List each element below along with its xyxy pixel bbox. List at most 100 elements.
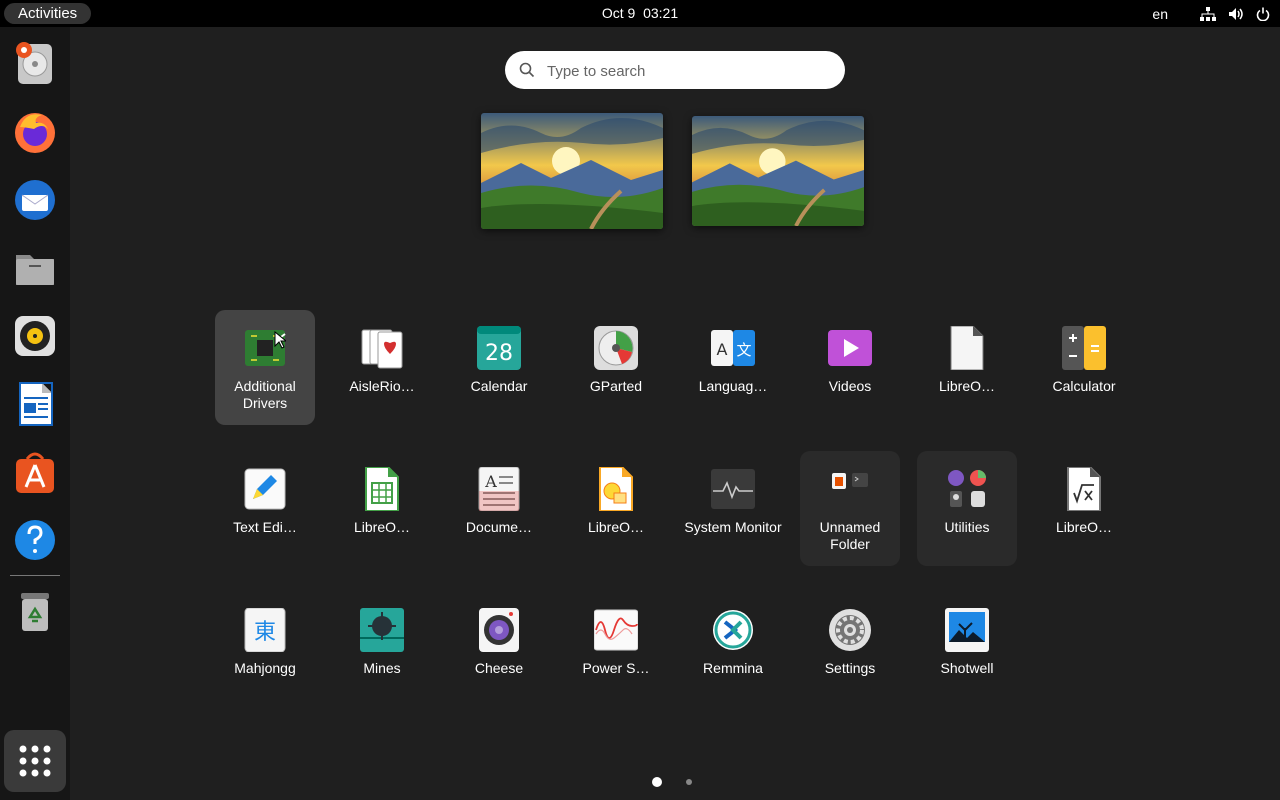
app-calculator[interactable]: Calculator (1034, 310, 1134, 425)
app-document-viewer[interactable]: A Docume… (449, 451, 549, 566)
svg-text:A: A (484, 472, 497, 491)
dock-separator (10, 575, 60, 576)
power-statistics-icon (594, 609, 638, 651)
input-language-indicator[interactable]: en (1152, 6, 1168, 22)
system-tray: en (1152, 0, 1270, 27)
app-label: Utilities (944, 519, 990, 535)
system-monitor-icon (711, 469, 755, 509)
dock-item-thunderbird[interactable] (11, 176, 59, 224)
app-libreoffice-math[interactable]: LibreO… (1034, 451, 1134, 566)
app-label: AisleRio… (349, 378, 415, 394)
clock-time[interactable]: 03:21 (643, 5, 678, 21)
language-icon: A文 (711, 330, 755, 366)
app-label: Docume… (465, 519, 533, 535)
app-language-support[interactable]: A文 Languag… (683, 310, 783, 425)
app-folder-utilities[interactable]: Utilities (917, 451, 1017, 566)
app-label: System Monitor (684, 519, 782, 535)
search-bar[interactable] (505, 51, 845, 91)
page-dot-2[interactable] (686, 779, 692, 785)
clock: Oct 9 03:21 (0, 0, 1280, 27)
dock-item-help[interactable] (11, 516, 59, 564)
app-system-monitor[interactable]: System Monitor (683, 451, 783, 566)
cards-icon (361, 329, 403, 369)
volume-icon[interactable] (1228, 7, 1244, 21)
app-remmina[interactable]: Remmina (683, 592, 783, 707)
app-folder-unnamed[interactable]: Unnamed Folder (800, 451, 900, 566)
app-label: GParted (589, 378, 643, 394)
app-calendar[interactable]: 28 Calendar (449, 310, 549, 425)
app-libreoffice[interactable]: LibreO… (917, 310, 1017, 425)
app-label: LibreO… (353, 519, 411, 535)
firefox-icon (15, 113, 55, 153)
app-label: Shotwell (940, 660, 994, 676)
app-power-statistics[interactable]: Power S… (566, 592, 666, 707)
wallpaper-image (481, 113, 663, 229)
svg-text:文: 文 (736, 341, 751, 359)
mouse-cursor-icon (274, 331, 286, 349)
video-icon (828, 330, 872, 366)
app-label: Text Edi… (233, 519, 297, 535)
formula-icon (1067, 467, 1101, 511)
software-store-icon (16, 452, 54, 493)
app-videos[interactable]: Videos (800, 310, 900, 425)
drawing-icon (599, 467, 633, 511)
dock-item-trash[interactable] (11, 588, 59, 636)
show-applications-button[interactable] (4, 730, 66, 792)
svg-text:東: 東 (254, 620, 276, 645)
rhythmbox-icon (15, 316, 55, 356)
page-dot-1[interactable] (652, 777, 662, 787)
workspace-thumbnail-1[interactable] (481, 113, 663, 229)
text-editor-icon (244, 468, 286, 510)
app-text-editor[interactable]: Text Edi… (215, 451, 315, 566)
app-mahjongg[interactable]: 東 Mahjongg (215, 592, 315, 707)
spreadsheet-icon (365, 467, 399, 511)
dock-item-disks[interactable] (11, 39, 59, 87)
workspace-thumbnail-2[interactable] (692, 116, 864, 226)
dock-item-rhythmbox[interactable] (11, 312, 59, 360)
app-label: Settings (824, 660, 876, 676)
app-settings[interactable]: Settings (800, 592, 900, 707)
app-mines[interactable]: Mines (332, 592, 432, 707)
app-libreoffice-draw[interactable]: LibreO… (566, 451, 666, 566)
app-label: Mahjongg (234, 660, 296, 676)
network-icon[interactable] (1200, 6, 1216, 21)
clock-date[interactable]: Oct 9 (602, 5, 635, 21)
app-shotwell[interactable]: Shotwell (917, 592, 1017, 707)
svg-text:A: A (717, 340, 728, 359)
files-icon (16, 255, 54, 285)
remmina-icon (713, 610, 753, 650)
app-grid-icon (19, 745, 51, 777)
dock-item-libreoffice-writer[interactable] (11, 380, 59, 428)
app-libreoffice-calc[interactable]: LibreO… (332, 451, 432, 566)
power-icon[interactable] (1256, 7, 1270, 21)
app-gparted[interactable]: GParted (566, 310, 666, 425)
activities-button[interactable]: Activities (4, 3, 92, 24)
app-label: Calendar (470, 378, 528, 394)
app-label: Power S… (582, 660, 650, 676)
app-label: LibreO… (587, 519, 645, 535)
app-label: Additional Drivers (234, 378, 296, 411)
disks-icon (16, 42, 52, 84)
dock (0, 27, 70, 800)
mines-icon (360, 608, 404, 652)
camera-icon (479, 608, 519, 652)
app-additional-drivers[interactable]: Additional Drivers (215, 310, 315, 425)
writer-icon (19, 382, 53, 426)
trash-icon (21, 593, 49, 631)
app-label: Mines (363, 660, 401, 676)
calculator-icon (1062, 326, 1106, 370)
app-label: Languag… (698, 378, 768, 394)
dock-item-files[interactable] (11, 244, 59, 292)
dock-item-firefox[interactable] (11, 108, 59, 156)
app-label: Remmina (703, 660, 763, 676)
top-bar: Activities Oct 9 03:21 en (0, 0, 1280, 27)
folder-preview-icon (832, 473, 868, 489)
app-aisleriot[interactable]: AisleRio… (332, 310, 432, 425)
search-icon (519, 62, 535, 78)
app-label: Calculator (1052, 378, 1116, 394)
calendar-icon: 28 (477, 326, 521, 370)
app-cheese[interactable]: Cheese (449, 592, 549, 707)
search-input[interactable] (545, 51, 839, 91)
dock-item-ubuntu-software[interactable] (11, 448, 59, 496)
app-label: LibreO… (1055, 519, 1113, 535)
